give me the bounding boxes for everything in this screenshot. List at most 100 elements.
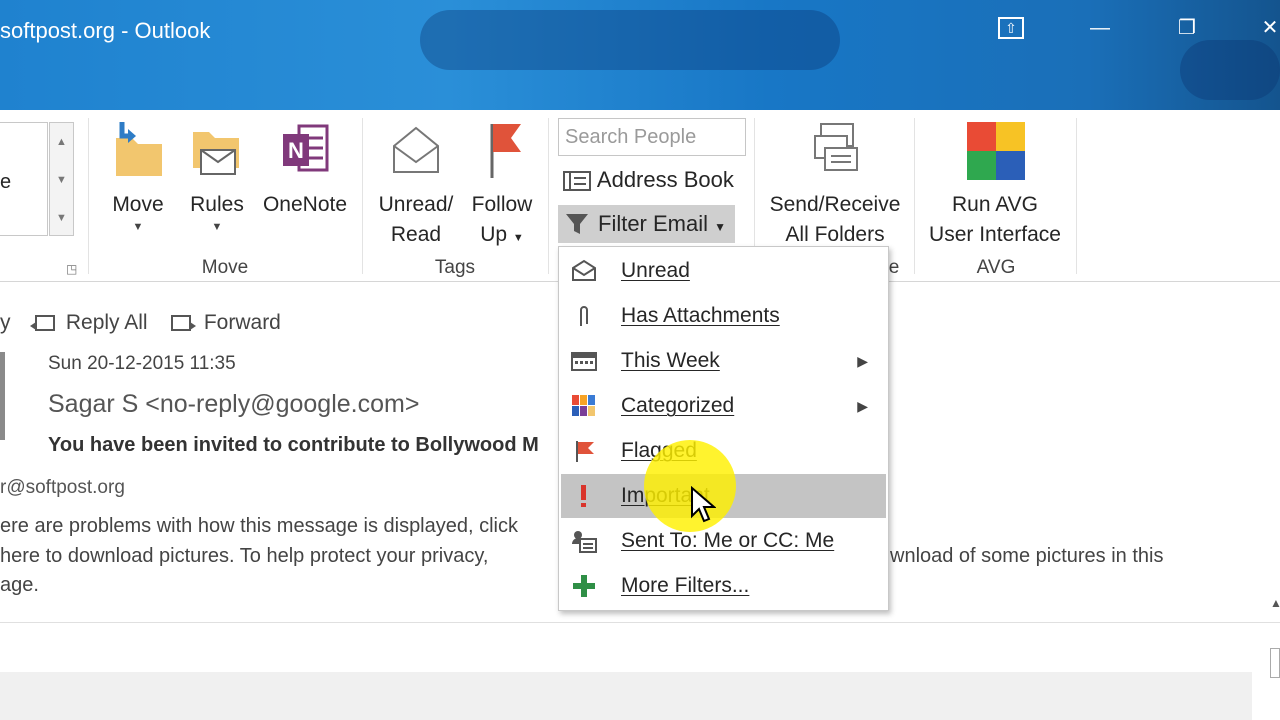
info-bar-line-3[interactable]: age. — [0, 574, 39, 597]
dialog-launcher-icon[interactable]: ◳ — [66, 262, 77, 276]
reply-all-label: Reply All — [65, 311, 148, 334]
menu-item-label: More Filters... — [621, 574, 750, 597]
sender-avatar — [0, 352, 5, 440]
menu-item-label: Categorized — [621, 394, 735, 417]
onenote-button[interactable]: N OneNote — [258, 118, 352, 220]
rules-label: Rules — [190, 193, 244, 216]
envelope-open-icon — [393, 126, 439, 173]
flag-icon — [576, 441, 594, 462]
svg-text:N: N — [288, 138, 304, 163]
menu-item-this-week[interactable]: This Week ▶ — [561, 339, 886, 383]
info-bar-line-2b[interactable]: wnload of some pictures in this — [890, 545, 1163, 568]
title-bar-texture — [420, 10, 840, 70]
unread-read-label-2: Read — [390, 223, 442, 246]
paperclip-icon — [580, 306, 588, 326]
run-avg-label-1: Run AVG — [952, 193, 1038, 216]
unread-read-button[interactable]: Unread/ Read — [372, 118, 460, 250]
quick-steps-fragment: e — [0, 171, 12, 193]
group-separator — [362, 118, 363, 274]
folder-move-icon — [116, 122, 162, 176]
filter-email-label: Filter Email — [598, 211, 709, 236]
menu-item-categorized[interactable]: Categorized ▶ — [561, 384, 886, 428]
reply-all-button[interactable]: Reply All — [28, 308, 148, 338]
quick-steps-gallery[interactable]: e — [0, 122, 48, 236]
quick-steps-scroll[interactable]: ▲ ▼ ▼ — [49, 122, 74, 236]
info-bar-line-2a[interactable]: here to download pictures. To help prote… — [0, 545, 488, 568]
chevron-right-icon: ▶ — [857, 398, 868, 414]
reply-all-icon — [30, 315, 55, 332]
categories-icon — [572, 395, 595, 416]
send-receive-label-1: Send/Receive — [769, 193, 901, 216]
tags-group-label: Tags — [434, 257, 476, 278]
menu-item-label: This Week — [621, 349, 720, 372]
move-button[interactable]: Move ▼ — [100, 118, 176, 234]
menu-item-sent-to-me[interactable]: Sent To: Me or CC: Me — [561, 519, 886, 563]
forward-button[interactable]: Forward — [168, 308, 281, 338]
chevron-down-icon: ▼ — [211, 221, 223, 233]
menu-item-label: Sent To: Me or CC: Me — [621, 529, 835, 552]
forward-label: Forward — [203, 311, 281, 334]
rules-button[interactable]: Rules ▼ — [184, 118, 250, 234]
group-separator — [548, 118, 549, 274]
filter-email-button[interactable]: Filter Email ▼ — [558, 205, 735, 243]
envelope-icon — [572, 259, 596, 281]
group-separator — [1076, 118, 1077, 274]
forward-icon — [171, 315, 196, 332]
info-bar-line-1[interactable]: ere are problems with how this message i… — [0, 515, 518, 538]
menu-item-unread[interactable]: Unread — [561, 249, 886, 293]
person-card-icon — [572, 531, 597, 553]
avg-icon — [967, 122, 1025, 180]
chevron-right-icon: ▶ — [857, 353, 868, 369]
message-sender: Sagar S <no-reply@google.com> — [48, 390, 420, 418]
run-avg-button[interactable]: Run AVG User Interface — [922, 118, 1068, 250]
send-receive-all-folders-button[interactable]: Send/Receive All Folders — [762, 118, 908, 250]
send-receive-icon — [814, 123, 858, 171]
group-separator — [914, 118, 915, 274]
plus-icon — [573, 575, 595, 597]
mouse-pointer-icon — [691, 486, 716, 523]
address-book-icon — [563, 171, 591, 192]
menu-item-more-filters[interactable]: More Filters... — [561, 564, 886, 608]
group-separator — [88, 118, 89, 274]
minimize-button[interactable]: — — [1085, 14, 1115, 42]
calendar-week-icon — [571, 352, 597, 371]
reply-button-fragment[interactable]: y — [0, 308, 11, 338]
scroll-down-icon[interactable]: ▼ — [50, 161, 73, 199]
onenote-icon: N — [283, 124, 329, 172]
flag-icon — [490, 124, 521, 178]
scroll-up-icon[interactable]: ▲ — [50, 123, 73, 161]
menu-item-label: Unread — [621, 259, 690, 282]
rules-icon — [193, 132, 239, 175]
address-book-button[interactable]: Address Book — [562, 164, 734, 196]
exclamation-icon — [581, 485, 586, 507]
avg-group-label: AVG — [976, 257, 1016, 278]
ribbon-display-options-button[interactable]: ⇧ — [998, 17, 1024, 39]
scrollbar-thumb[interactable] — [1270, 648, 1280, 678]
onenote-label: OneNote — [262, 193, 348, 216]
search-people-input[interactable]: Search People — [558, 118, 746, 156]
chevron-down-icon: ▼ — [714, 220, 727, 234]
gallery-expand-icon[interactable]: ▼ — [50, 199, 73, 237]
window-title: softpost.org - Outlook — [0, 18, 211, 43]
restore-button[interactable]: ❐ — [1172, 14, 1202, 42]
divider — [0, 622, 1280, 623]
run-avg-label-2: User Interface — [929, 223, 1061, 246]
funnel-icon — [566, 214, 588, 234]
scroll-up-icon[interactable]: ▲ — [1270, 596, 1280, 610]
menu-item-label: Has Attachments — [621, 304, 780, 327]
message-body-area — [0, 672, 1252, 720]
follow-up-label-text: Up — [480, 223, 508, 246]
address-book-label: Address Book — [596, 167, 734, 192]
filter-email-menu: Unread Has Attachments This Week ▶ Categ… — [558, 246, 889, 611]
chevron-down-icon: ▼ — [512, 232, 524, 244]
close-button[interactable]: ✕ — [1255, 14, 1280, 42]
unread-read-label-1: Unread/ — [378, 193, 454, 216]
menu-item-has-attachments[interactable]: Has Attachments — [561, 294, 886, 338]
move-group-label: Move — [201, 257, 249, 278]
message-subject: You have been invited to contribute to B… — [48, 434, 539, 456]
move-label: Move — [112, 193, 164, 216]
title-bar: softpost.org - Outlook ⇧ — ❐ ✕ — [0, 0, 1280, 110]
chevron-down-icon: ▼ — [132, 221, 144, 233]
follow-up-button[interactable]: Follow Up ▼ — [464, 118, 540, 253]
follow-up-label-2: Up ▼ — [464, 220, 540, 253]
